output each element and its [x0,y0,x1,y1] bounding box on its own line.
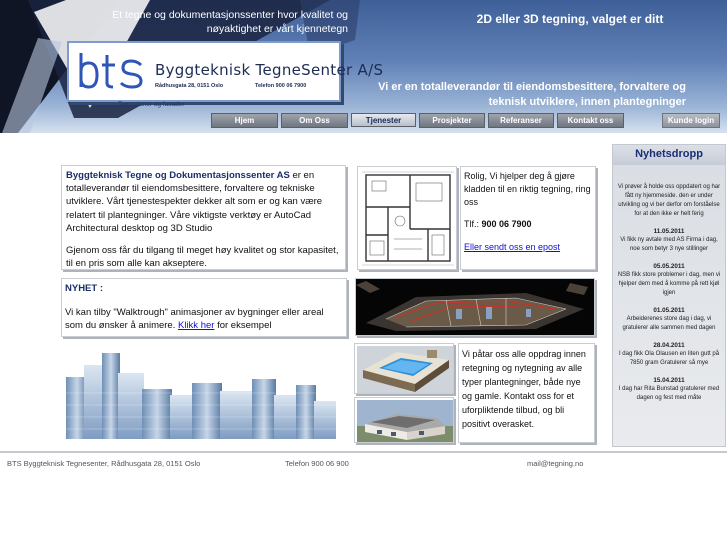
logo-phone: Telefon 900 06 7900 [255,83,307,89]
nav-kontakt-oss[interactable]: Kontakt oss [557,113,624,128]
intro-panel: Byggteknisk Tegne og Dokumentasjonssente… [61,165,346,270]
contact-phone-line: Tlf.: 900 06 7900 [464,218,592,231]
news-item: 28.04.2011 I dag fikk Ola Olausen en lit… [616,341,722,368]
tagline-2d-3d: 2D eller 3D tegning, valget er ditt [476,12,664,26]
phone-number: 900 06 7900 [481,219,532,229]
site-logo[interactable]: Byggteknisk TegneSenter A/S Rådhusgata 2… [67,41,383,102]
nyhet-heading: NYHET : [65,283,103,294]
phone-label: Tlf.: [464,219,482,229]
3d-render-image [355,278,595,336]
nav-prosjekter[interactable]: Prosjekter [419,113,485,128]
news-highlight-panel: NYHET : Vi kan tilby "Walktrough" animas… [61,278,347,337]
news-item: 15.04.2011 I dag har Rita Bunstad gratul… [616,376,722,403]
intro-company-name: Byggteknisk Tegne og Dokumentasjonssente… [66,170,290,181]
customer-login-button[interactable]: Kunde login [662,113,720,128]
services-panel: Vi påtar oss alle oppdrag innen retegnin… [458,343,595,443]
nyhet-body: Vi kan tilby "Walktrough" animasjoner av… [65,306,343,333]
bts-logo-icon [79,53,143,89]
tagline-supplier: Vi er en totalleverandør til eiendomsbes… [378,81,686,108]
city-skyline-image [62,343,338,439]
contact-text: Rolig, Vi hjelper deg å gjøre kladden ti… [464,171,591,207]
house-render-image [354,397,454,443]
footer-divider [0,451,727,453]
news-sidebar: Nyhetsdropp Vi prøver å holde oss oppdat… [612,144,726,447]
news-date: 01.05.2011 [653,307,685,314]
logo-company-name: Byggteknisk TegneSenter A/S [155,61,384,79]
news-date: 11.05.2011 [653,228,685,235]
house-render [357,400,453,442]
news-text: I dag fikk Ola Olausen en liten gutt på … [618,351,720,366]
nav-tjenester[interactable]: Tjenester [351,113,416,127]
nyhet-suffix: for eksempel [214,320,272,331]
main-nav: Hjem Om Oss Tjenester Prosjekter Referan… [211,113,624,130]
floor-plan-image [357,166,457,270]
services-text: Vi påtar oss alle oppdrag innen retegnin… [462,349,586,429]
news-date: 28.04.2011 [653,342,685,349]
logo-subline: Tegn planer og fasader [118,101,185,108]
news-item: 11.05.2011 Vi fikk ny avtale med AS Firm… [616,227,722,254]
nav-hjem[interactable]: Hjem [211,113,278,128]
contact-panel: Rolig, Vi hjelper deg å gjøre kladden ti… [460,166,596,270]
news-date: 05.05.2011 [653,263,685,270]
tagline-quality: Et tegne og dokumentasjonssenter hvor kv… [112,9,348,35]
news-text: Arbeiderenes store dag i dag, vi gratule… [622,316,716,331]
news-list: Vi prøver å holde oss oppdatert og har f… [613,165,725,403]
footer-email[interactable]: mail@tegning.no [527,459,583,468]
nyhet-example-link[interactable]: Klikk her [178,320,214,331]
news-date: 15.04.2011 [653,377,685,384]
intro-paragraph: Byggteknisk Tegne og Dokumentasjonssente… [66,169,341,235]
news-text: NSB fikk store problemer i dag, men vi h… [617,272,721,296]
logo-address: Rådhusgata 28, 0151 Oslo [155,83,224,89]
news-text: I dag har Rita Bunstad gratulerer med da… [618,386,720,401]
pool-render [357,346,453,393]
news-intro: Vi prøver å holde oss oppdatert og har f… [617,184,721,217]
nav-referanser[interactable]: Referanser [488,113,554,128]
nav-om-oss[interactable]: Om Oss [281,113,348,128]
pool-render-image [354,343,454,394]
floor-plan-drawing [360,169,456,269]
footer-phone: Telefon 900 06 900 [285,459,349,468]
email-link[interactable]: Eller sendt oss en epost [464,242,560,252]
news-item: 05.05.2011 NSB fikk store problemer i da… [616,262,722,298]
news-title: Nyhetsdropp [613,145,725,165]
news-item: 01.05.2011 Arbeiderenes store dag i dag,… [616,306,722,333]
3d-building-render [356,279,594,335]
intro-quality-text: Gjenom oss får du tilgang til meget høy … [66,245,339,270]
news-text: Vi fikk ny avtale med AS Firma i dag, no… [620,237,718,252]
footer-address: BTS Byggteknisk Tegnesenter, Rådhusgata … [7,459,201,468]
